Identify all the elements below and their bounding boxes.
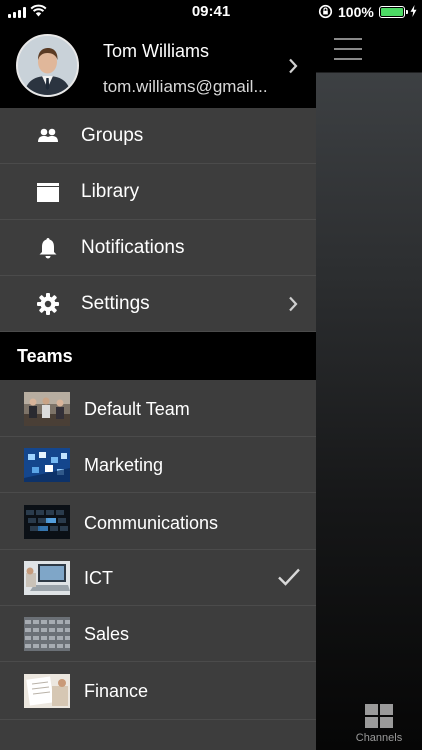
profile-header[interactable]: Tom Williams tom.williams@gmail... <box>0 24 316 108</box>
team-item-label: Sales <box>84 624 130 644</box>
chevron-right-icon <box>289 58 298 74</box>
menu-item-library[interactable]: Library <box>0 164 316 220</box>
team-item-communications[interactable]: Communications <box>0 493 316 550</box>
team-thumbnail <box>24 561 70 595</box>
team-thumbnail <box>24 505 70 539</box>
menu-item-notifications[interactable]: Notifications <box>0 220 316 276</box>
team-item-ict[interactable]: ICT <box>0 550 316 606</box>
rotation-lock-icon <box>318 4 333 19</box>
team-thumbnail <box>24 674 70 708</box>
menu-item-label: Groups <box>81 125 144 146</box>
teams-section-header: Teams <box>0 332 316 380</box>
menu-item-label: Library <box>81 181 140 202</box>
menu-item-settings[interactable]: Settings <box>0 276 316 332</box>
charging-bolt-icon <box>410 5 417 17</box>
menu-item-groups[interactable]: Groups <box>0 108 316 164</box>
menu-item-label: Notifications <box>81 237 185 258</box>
menu-item-label: Settings <box>81 293 150 314</box>
team-item-default-team[interactable]: Default Team <box>0 380 316 437</box>
team-item-label: Communications <box>84 513 219 533</box>
team-item-label: Finance <box>84 681 149 701</box>
teams-header-title: Teams <box>17 346 73 366</box>
tab-channels[interactable]: Channels <box>350 704 408 744</box>
status-bar: 09:41 100% <box>0 0 422 24</box>
battery-percentage: 100% <box>338 4 374 20</box>
channels-grid-icon <box>365 704 393 728</box>
gear-icon <box>37 293 59 315</box>
team-thumbnail <box>24 392 70 426</box>
side-drawer: Tom Williams tom.williams@gmail... Group… <box>0 24 316 750</box>
team-thumbnail <box>24 448 70 482</box>
bell-icon <box>39 238 57 259</box>
battery-icon <box>379 6 408 18</box>
team-item-sales[interactable]: Sales <box>0 606 316 662</box>
main-content-panel: Channels <box>316 24 422 750</box>
team-item-finance[interactable]: Finance <box>0 662 316 720</box>
profile-name: Tom Williams <box>103 41 209 61</box>
avatar <box>16 34 79 97</box>
hamburger-menu-icon[interactable] <box>334 38 362 60</box>
team-thumbnail <box>24 617 70 651</box>
tab-channels-label: Channels <box>355 732 403 744</box>
checkmark-icon <box>278 568 300 586</box>
team-item-marketing[interactable]: Marketing <box>0 437 316 493</box>
team-item-label: Marketing <box>84 455 164 475</box>
team-item-label: ICT <box>84 568 113 588</box>
library-icon <box>37 183 59 202</box>
groups-icon <box>38 128 58 142</box>
team-item-label: Default Team <box>84 399 190 419</box>
profile-email: tom.williams@gmail... <box>103 77 268 96</box>
chevron-right-icon <box>289 296 298 312</box>
